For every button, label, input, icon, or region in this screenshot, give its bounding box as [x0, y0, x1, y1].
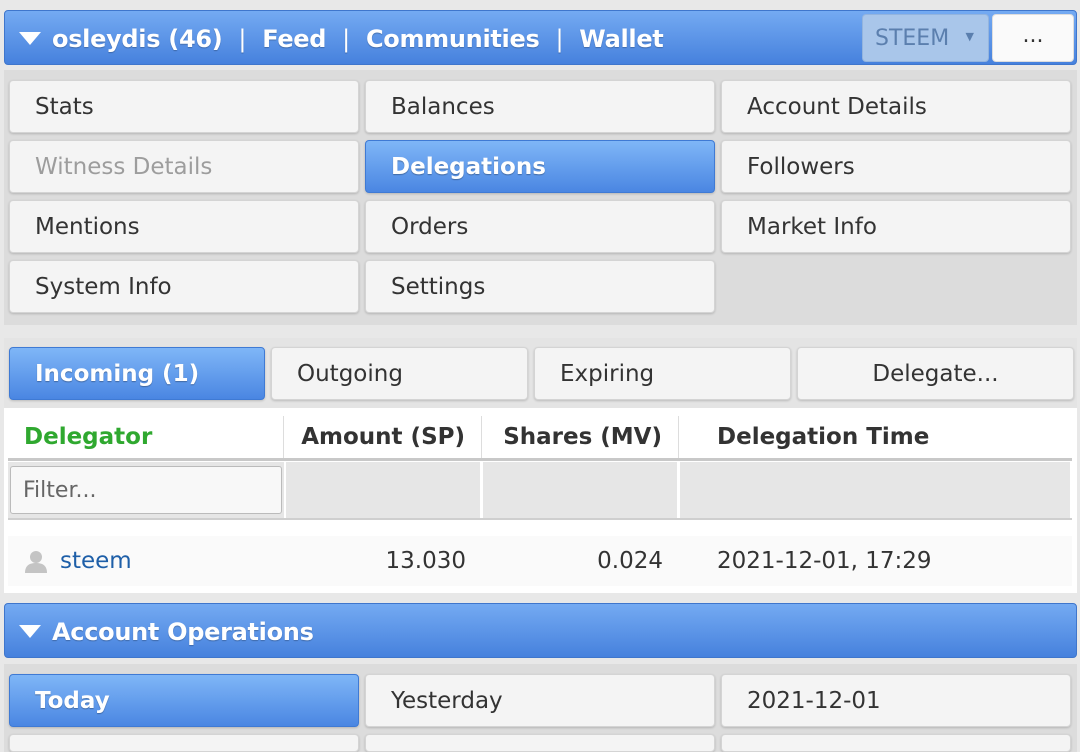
menu-market-info[interactable]: Market Info: [721, 200, 1071, 253]
token-select-value: STEEM: [875, 25, 950, 51]
tab-outgoing[interactable]: Outgoing: [271, 347, 528, 400]
filter-divider: [8, 518, 1072, 520]
communities-link[interactable]: Communities: [366, 25, 540, 53]
username-link[interactable]: osleydis (46): [52, 25, 223, 53]
column-header-delegation-time[interactable]: Delegation Time: [679, 416, 1072, 458]
menu-stats[interactable]: Stats: [9, 80, 359, 133]
column-header-shares[interactable]: Shares (MV): [482, 416, 679, 458]
header-divider: [8, 458, 1072, 461]
menu-system-info[interactable]: System Info: [9, 260, 359, 313]
menu-delegations[interactable]: Delegations: [365, 140, 715, 193]
menu-mentions[interactable]: Mentions: [9, 200, 359, 253]
menu-account-details[interactable]: Account Details: [721, 80, 1071, 133]
menu-witness-details: Witness Details: [9, 140, 359, 193]
delegation-time-cell: 2021-12-01, 17:29: [717, 548, 932, 574]
nav-links: osleydis (46) | Feed | Communities | Wal…: [52, 11, 664, 66]
nav-separator: |: [238, 24, 247, 53]
delegator-cell: steem: [60, 536, 280, 586]
column-header-delegator[interactable]: Delegator: [8, 416, 284, 458]
tab-expiring[interactable]: Expiring: [534, 347, 791, 400]
column-header-amount[interactable]: Amount (SP): [284, 416, 482, 458]
date-specific-button[interactable]: 2021-12-01: [721, 674, 1071, 727]
shares-cell: 0.024: [597, 548, 663, 574]
account-operations-title: Account Operations: [52, 617, 314, 646]
menu-followers[interactable]: Followers: [721, 140, 1071, 193]
amount-cell: 13.030: [385, 548, 466, 574]
delegate-button[interactable]: Delegate...: [797, 347, 1074, 400]
date-more-button[interactable]: [365, 734, 715, 752]
date-today-button[interactable]: Today: [9, 674, 359, 727]
menu-orders[interactable]: Orders: [365, 200, 715, 253]
more-button[interactable]: ...: [992, 14, 1074, 62]
top-nav-bar: osleydis (46) | Feed | Communities | Wal…: [4, 10, 1077, 65]
chevron-down-icon: ▼: [965, 30, 974, 43]
account-operations-bar[interactable]: Account Operations: [4, 603, 1077, 658]
feed-link[interactable]: Feed: [262, 25, 326, 53]
collapse-triangle-icon[interactable]: [19, 32, 41, 45]
filter-cell-empty: [680, 462, 1070, 518]
delegator-filter-input[interactable]: [10, 466, 282, 514]
tab-incoming[interactable]: Incoming (1): [9, 347, 265, 400]
token-select[interactable]: STEEM ▼: [862, 14, 989, 62]
nav-separator: |: [555, 24, 564, 53]
filter-cell-empty: [286, 462, 480, 518]
wallet-link[interactable]: Wallet: [579, 25, 664, 53]
delegator-link[interactable]: steem: [60, 548, 132, 574]
menu-settings[interactable]: Settings: [365, 260, 715, 313]
menu-balances[interactable]: Balances: [365, 80, 715, 133]
filter-cell-empty: [483, 462, 677, 518]
date-more-button[interactable]: [9, 734, 359, 752]
date-more-button[interactable]: [721, 734, 1071, 752]
date-yesterday-button[interactable]: Yesterday: [365, 674, 715, 727]
collapse-triangle-icon[interactable]: [19, 625, 41, 638]
nav-separator: |: [342, 24, 350, 53]
user-avatar-icon: [25, 551, 47, 573]
